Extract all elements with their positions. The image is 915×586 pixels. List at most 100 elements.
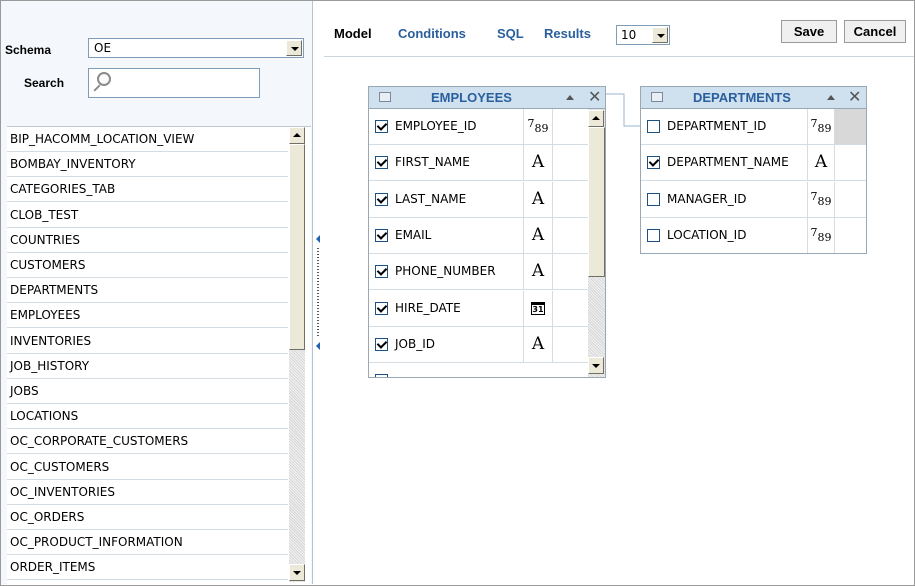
column-name: DEPARTMENT_ID (667, 119, 767, 133)
column-row[interactable]: DEPARTMENT_ID 789 (641, 109, 866, 145)
schema-browser-panel: Schema OE Search BIP_HACOMM_LOCATION_VIE… (1, 1, 313, 584)
column-cell (834, 181, 866, 217)
column-checkbox[interactable] (647, 120, 660, 133)
column-cell (834, 109, 866, 144)
employees-table-box[interactable]: EMPLOYEES ✕ EMPLOYEE_ID 789 FIRST_NAME A LAS… (368, 86, 606, 378)
column-name: EMPLOYEE_ID (395, 119, 477, 133)
number-type-icon: 789 (807, 109, 834, 144)
column-name: JOB_ID (395, 336, 435, 351)
table-icon (651, 92, 663, 102)
list-item[interactable]: JOBS (7, 379, 288, 404)
employees-scroll-thumb[interactable] (588, 127, 605, 277)
column-row[interactable]: LAST_NAME A (369, 181, 589, 218)
column-checkbox[interactable] (647, 228, 660, 242)
column-row[interactable]: HIRE_DATE 31 (369, 290, 589, 327)
list-item[interactable]: ORDER_ITEMS (7, 555, 288, 581)
column-cell (552, 145, 589, 181)
list-item[interactable]: CUSTOMERS (7, 253, 288, 278)
departments-header[interactable]: DEPARTMENTS ✕ (641, 87, 866, 109)
schema-label: Schema (5, 43, 52, 57)
column-row[interactable]: JOB_ID A (369, 326, 588, 363)
column-checkbox[interactable] (647, 156, 660, 170)
chevron-down-icon[interactable] (286, 40, 302, 56)
employees-columns: EMPLOYEE_ID 789 FIRST_NAME A LAST_NAME A EMAIL… (369, 109, 589, 377)
column-cell (552, 290, 589, 326)
list-item[interactable]: CATEGORIES_TAB (7, 177, 288, 203)
column-cell (834, 217, 866, 253)
column-name: FIRST_NAME (395, 155, 470, 170)
text-type-icon: A (807, 145, 834, 181)
column-checkbox[interactable] (375, 192, 388, 206)
close-icon[interactable]: ✕ (848, 87, 861, 106)
schema-select-value: OE (94, 41, 112, 55)
scroll-up-icon[interactable] (289, 127, 305, 144)
column-name: LOCATION_ID (667, 227, 747, 242)
column-name: HIRE_DATE (395, 300, 461, 315)
list-item[interactable]: INVENTORIES (7, 329, 288, 354)
list-item[interactable]: DEPARTMENTS (7, 278, 288, 304)
column-name: DEPARTMENT_NAME (667, 155, 789, 170)
column-cell (552, 217, 589, 253)
text-type-icon: A (523, 254, 552, 290)
text-type-icon: A (523, 145, 552, 181)
collapse-up-icon[interactable] (827, 95, 835, 100)
list-item[interactable]: CLOB_TEST (7, 203, 288, 228)
text-type-icon: A (523, 217, 552, 253)
column-row[interactable]: FIRST_NAME A (369, 145, 589, 182)
column-row[interactable]: LOCATION_ID 789 (641, 217, 866, 253)
list-item[interactable]: OC_PRODUCT_INFORMATION (7, 530, 288, 556)
tab-model[interactable]: Model (334, 26, 372, 41)
column-cell (552, 181, 589, 217)
column-row[interactable]: EMPLOYEE_ID 789 (369, 109, 588, 145)
column-cell (552, 109, 589, 144)
tab-conditions[interactable]: Conditions (398, 26, 466, 41)
scroll-down-icon[interactable] (289, 564, 305, 581)
column-row[interactable]: MANAGER_ID 789 (641, 181, 866, 218)
collapse-up-icon[interactable] (566, 95, 574, 100)
list-item[interactable]: LOCATIONS (7, 404, 288, 430)
column-checkbox[interactable] (375, 228, 388, 242)
cancel-button[interactable]: Cancel (844, 20, 906, 43)
list-item[interactable]: JOB_HISTORY (7, 354, 288, 379)
column-checkbox[interactable] (375, 120, 388, 133)
column-checkbox[interactable] (375, 265, 388, 279)
column-checkbox[interactable] (375, 156, 388, 170)
list-item[interactable]: BOMBAY_INVENTORY (7, 152, 288, 178)
close-icon[interactable]: ✕ (588, 87, 601, 106)
list-item[interactable]: OC_ORDERS (7, 505, 288, 530)
column-checkbox[interactable] (647, 192, 660, 206)
list-item[interactable]: OC_CORPORATE_CUSTOMERS (7, 429, 288, 455)
list-item[interactable]: COUNTRIES (7, 228, 288, 253)
column-name: EMAIL (395, 227, 432, 242)
list-item[interactable]: OC_INVENTORIES (7, 480, 288, 505)
search-input[interactable] (88, 68, 260, 98)
join-connector (606, 93, 642, 127)
collapse-left-icon[interactable] (316, 342, 320, 350)
save-button[interactable]: Save (781, 20, 837, 43)
schema-select[interactable]: OE (88, 38, 304, 58)
tab-results[interactable]: Results (544, 26, 591, 41)
table-icon (379, 92, 391, 102)
tab-sql[interactable]: SQL (497, 26, 524, 41)
departments-table-box[interactable]: DEPARTMENTS ✕ DEPARTMENT_ID 789 DEPARTMENT… (640, 86, 867, 254)
text-type-icon: A (523, 181, 552, 217)
panel-splitter[interactable] (315, 232, 321, 360)
column-checkbox[interactable] (375, 337, 388, 351)
column-row[interactable]: PHONE_NUMBER A (369, 254, 588, 291)
list-item[interactable]: BIP_HACOMM_LOCATION_VIEW (7, 127, 288, 152)
collapse-left-icon[interactable] (316, 235, 320, 243)
chevron-down-icon[interactable] (652, 27, 668, 43)
calendar-icon: 31 (523, 290, 552, 326)
table-list-scroll-thumb[interactable] (289, 144, 305, 350)
list-item[interactable]: EMPLOYEES (7, 303, 288, 329)
results-rows-value: 10 (621, 28, 637, 42)
results-rows-select[interactable]: 10 (616, 25, 670, 45)
scroll-down-icon[interactable] (588, 357, 604, 374)
scroll-up-icon[interactable] (588, 110, 604, 127)
column-row[interactable]: EMAIL A (369, 217, 589, 254)
column-row[interactable]: DEPARTMENT_NAME A (641, 145, 866, 182)
list-item[interactable]: OC_CUSTOMERS (7, 455, 288, 480)
number-type-icon: 789 (807, 181, 834, 217)
column-checkbox[interactable] (375, 301, 388, 315)
employees-header[interactable]: EMPLOYEES ✕ (369, 87, 605, 109)
